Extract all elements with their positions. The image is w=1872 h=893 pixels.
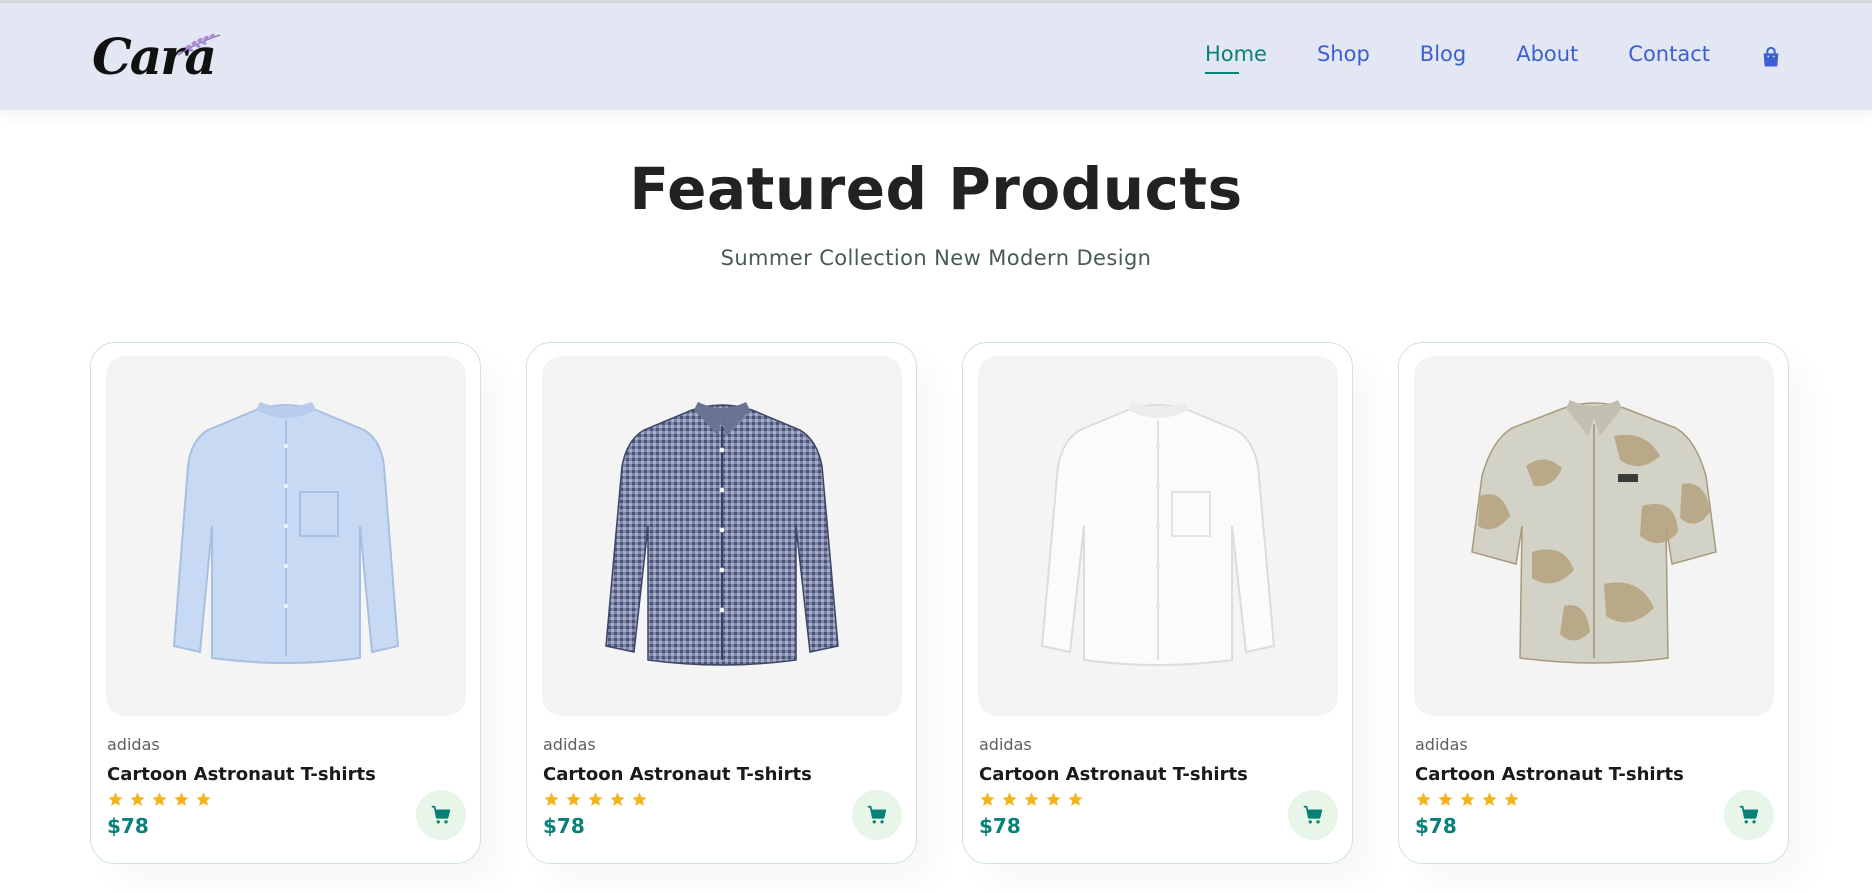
add-to-cart-button[interactable] <box>1724 790 1774 840</box>
star-icon <box>1460 792 1475 806</box>
product-name[interactable]: Cartoon Astronaut T-shirts <box>1415 764 1684 785</box>
cart-icon <box>1303 805 1323 824</box>
product-rating <box>1415 791 1520 808</box>
product-rating <box>107 791 212 808</box>
cart-icon <box>431 805 451 824</box>
star-icon <box>1002 792 1017 806</box>
product-brand: adidas <box>107 735 160 754</box>
star-icon <box>1046 792 1061 806</box>
product-card[interactable]: adidas Cartoon Astronaut T-shirts $78 <box>90 342 481 864</box>
section-title: Featured Products <box>629 155 1243 223</box>
product-brand: adidas <box>543 735 596 754</box>
cart-icon <box>867 805 887 824</box>
nav-blog[interactable]: Blog <box>1420 42 1466 72</box>
product-grid: adidas Cartoon Astronaut T-shirts $78 ad… <box>90 342 1790 864</box>
star-icon <box>566 792 581 806</box>
nav-shop[interactable]: Shop <box>1317 42 1370 72</box>
shirt-illustration <box>605 402 839 666</box>
product-brand: adidas <box>979 735 1032 754</box>
product-rating <box>543 791 648 808</box>
star-icon <box>174 792 189 806</box>
product-card[interactable]: adidas Cartoon Astronaut T-shirts $78 <box>526 342 917 864</box>
star-icon <box>632 792 647 806</box>
shirt-illustration <box>1471 400 1717 664</box>
section-subtitle: Summer Collection New Modern Design <box>720 246 1152 270</box>
star-icon <box>544 792 559 806</box>
star-icon <box>1482 792 1497 806</box>
product-brand: adidas <box>1415 735 1468 754</box>
nav-about[interactable]: About <box>1516 42 1578 72</box>
star-icon <box>1504 792 1519 806</box>
star-icon <box>1416 792 1431 806</box>
add-to-cart-button[interactable] <box>1288 790 1338 840</box>
product-image-white-shirt[interactable] <box>978 356 1338 716</box>
star-icon <box>152 792 167 806</box>
star-icon <box>108 792 123 806</box>
product-card[interactable]: adidas Cartoon Astronaut T-shirts $78 <box>962 342 1353 864</box>
product-name[interactable]: Cartoon Astronaut T-shirts <box>107 764 376 785</box>
product-image-navy-check-shirt[interactable] <box>542 356 902 716</box>
star-icon <box>1068 792 1083 806</box>
product-name[interactable]: Cartoon Astronaut T-shirts <box>979 764 1248 785</box>
star-icon <box>1438 792 1453 806</box>
nav-home[interactable]: Home <box>1204 42 1267 74</box>
star-icon <box>980 792 995 806</box>
star-icon <box>196 792 211 806</box>
product-image-light-blue-shirt[interactable] <box>106 356 466 716</box>
site-header: Cara Home Shop Blog About Contact <box>0 3 1872 110</box>
product-rating <box>979 791 1084 808</box>
star-icon <box>1024 792 1039 806</box>
product-image-floral-short-sleeve-shirt[interactable] <box>1414 356 1774 716</box>
product-name[interactable]: Cartoon Astronaut T-shirts <box>543 764 812 785</box>
add-to-cart-button[interactable] <box>416 790 466 840</box>
lavender-sprig-icon <box>177 33 221 56</box>
product-price: $78 <box>1415 814 1457 838</box>
product-price: $78 <box>107 814 149 838</box>
shirt-illustration <box>172 402 400 664</box>
product-price: $78 <box>543 814 585 838</box>
star-icon <box>610 792 625 806</box>
shopping-bag-icon[interactable] <box>1760 46 1782 68</box>
shirt-illustration <box>1040 402 1276 666</box>
logo[interactable]: Cara <box>92 27 222 87</box>
star-icon <box>130 792 145 806</box>
product-card[interactable]: adidas Cartoon Astronaut T-shirts $78 <box>1398 342 1789 864</box>
star-icon <box>588 792 603 806</box>
cart-icon <box>1739 805 1759 824</box>
add-to-cart-button[interactable] <box>852 790 902 840</box>
product-price: $78 <box>979 814 1021 838</box>
nav-contact[interactable]: Contact <box>1628 42 1710 72</box>
main-nav: Home Shop Blog About Contact <box>1204 42 1782 74</box>
